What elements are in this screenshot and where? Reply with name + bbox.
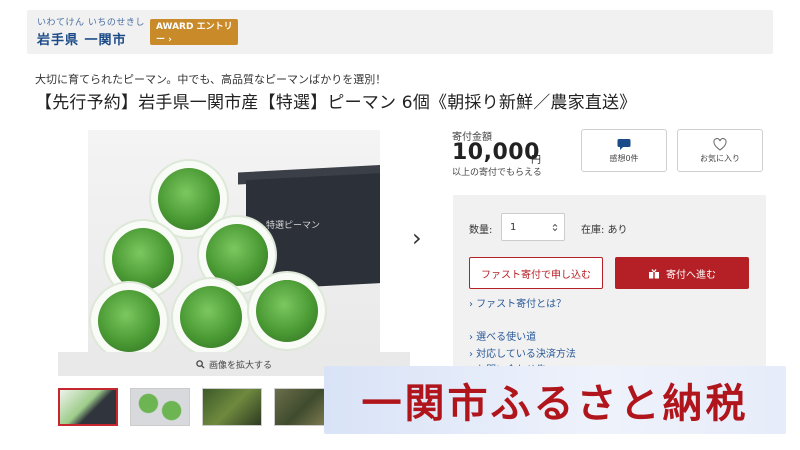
favorite-button[interactable]: お気に入り (677, 129, 763, 172)
gift-box-label: 特選ピーマン (266, 221, 321, 231)
donation-amount-unit: 円 (531, 155, 541, 166)
favorite-label: お気に入り (700, 153, 740, 163)
usage-options-link[interactable]: › 選べる使い道 (469, 328, 536, 343)
product-title: 【先行予約】岩手県一関市産【特選】ピーマン 6個《朝採り新鮮／農家直送》 (35, 93, 637, 113)
magnifier-icon (196, 359, 205, 369)
quantity-value: 1 (510, 221, 517, 233)
impressions-label: 感想0件 (609, 153, 639, 163)
municipality-header: いわてけん いちのせきし 岩手県 一関市 AWARD エントリー › (27, 10, 773, 54)
pepper-4 (98, 290, 160, 352)
donation-amount-note: 以上の寄付でもらえる (452, 168, 542, 178)
gift-box (246, 171, 380, 291)
pepper-6 (256, 280, 318, 342)
municipality-name[interactable]: 岩手県 一関市 (37, 29, 127, 48)
proceed-donation-label: 寄付へ進む (666, 269, 716, 281)
pepper-1 (158, 168, 220, 230)
fast-donation-button[interactable]: ファスト寄付で申し込む (469, 257, 603, 289)
thumbnail-1[interactable] (58, 388, 118, 426)
pepper-5 (180, 286, 242, 348)
product-subtitle: 大切に育てられたピーマン。中でも、高品質なピーマンばかりを選別！ (35, 73, 387, 86)
heart-icon (713, 137, 727, 151)
stock-status: 在庫: あり (581, 225, 628, 236)
next-image-chevron-icon[interactable]: › (412, 226, 422, 250)
fast-donation-info-link[interactable]: › ファスト寄付とは？ (469, 295, 566, 310)
purchase-panel: 数量: 1 在庫: あり ファスト寄付で申し込む 寄付へ進む › ファスト寄付と… (453, 195, 766, 376)
overlay-title-banner: 一関市ふるさと納税 (324, 366, 786, 434)
award-entry-button[interactable]: AWARD エントリー › (150, 19, 238, 45)
gift-box-icon (649, 268, 659, 278)
zoom-label: 画像を拡大する (208, 360, 272, 371)
pepper-2 (112, 228, 174, 290)
speech-bubble-icon (617, 138, 631, 150)
payment-methods-link[interactable]: › 対応している決済方法 (469, 345, 576, 360)
thumbnail-3[interactable] (202, 388, 262, 426)
quantity-label: 数量: (469, 225, 493, 236)
municipality-kana: いわてけん いちのせきし (37, 18, 145, 28)
banner-text: 一関市ふるさと納税 (361, 380, 749, 427)
main-product-photo[interactable]: 特選ピーマン (88, 130, 380, 352)
donation-amount: 10,000 (452, 140, 540, 165)
thumbnail-2[interactable] (130, 388, 190, 426)
proceed-donation-button[interactable]: 寄付へ進む (615, 257, 749, 289)
updown-chevron-icon (552, 223, 558, 231)
product-gallery: 特選ピーマン 画像を拡大する (58, 130, 410, 376)
quantity-select[interactable]: 1 (501, 213, 565, 241)
pepper-3 (206, 224, 268, 286)
impressions-button[interactable]: 感想0件 (581, 129, 667, 172)
